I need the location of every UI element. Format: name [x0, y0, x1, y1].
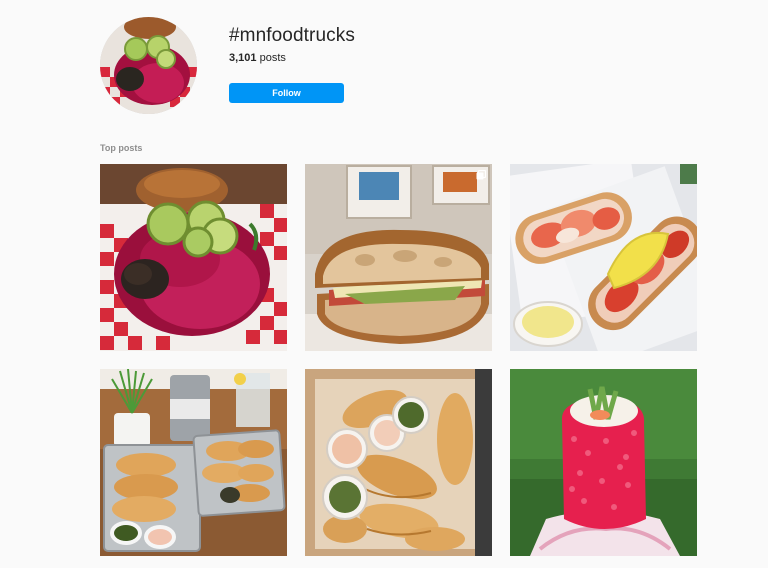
top-posts-heading: Top posts — [100, 143, 143, 153]
hashtag-avatar — [100, 17, 197, 114]
post-tile-empanadas-box[interactable] — [305, 369, 492, 556]
post-count: 3,101 posts — [229, 52, 286, 64]
post-tile-lobster-rolls[interactable] — [510, 164, 697, 351]
post-image — [100, 164, 287, 351]
hashtag-page: #mnfoodtrucks 3,101 posts Follow Top pos… — [0, 0, 768, 568]
post-image — [510, 164, 697, 351]
multiple-photos-icon — [476, 170, 486, 180]
post-image — [305, 164, 492, 351]
post-count-value: 3,101 — [229, 52, 257, 64]
follow-button[interactable]: Follow — [229, 83, 344, 103]
post-image — [305, 369, 492, 556]
post-tile-ciabatta-sandwich[interactable] — [305, 164, 492, 351]
hashtag-title: #mnfoodtrucks — [229, 25, 355, 46]
post-count-label: posts — [259, 52, 286, 64]
post-tile-beet-slaw-sandwich[interactable] — [100, 164, 287, 351]
post-image — [100, 369, 287, 556]
post-image — [510, 369, 697, 556]
post-tile-sushi-burrito[interactable] — [510, 369, 697, 556]
post-tile-empanadas-tray[interactable] — [100, 369, 287, 556]
